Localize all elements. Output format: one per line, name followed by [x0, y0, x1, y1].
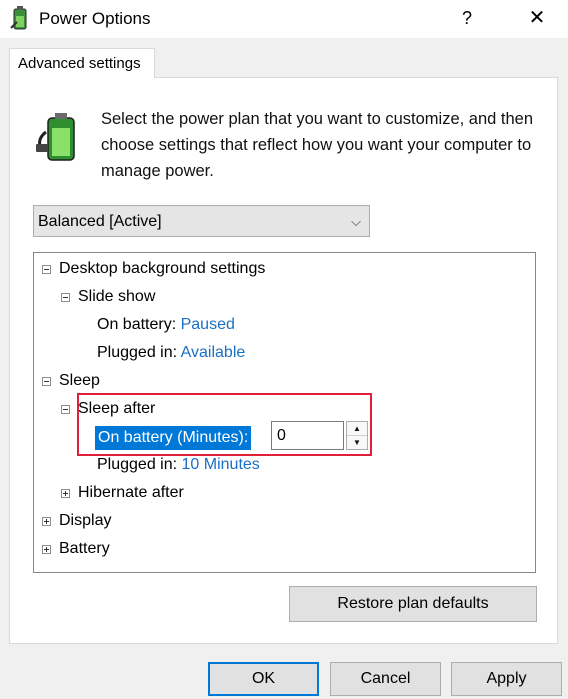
- tree-label: Plugged in:: [97, 456, 178, 473]
- collapse-icon[interactable]: [42, 377, 51, 386]
- tree-label: Hibernate after: [78, 484, 184, 501]
- tree-label: Sleep after: [78, 400, 156, 417]
- collapse-icon[interactable]: [42, 265, 51, 274]
- tree-item-slide-plugged-in[interactable]: Plugged in: Available: [97, 342, 245, 364]
- window-title: Power Options: [39, 9, 151, 28]
- minutes-spinner[interactable]: ▲ ▼: [346, 421, 368, 450]
- tree-label: On battery:: [97, 316, 177, 333]
- tree-label: Plugged in:: [97, 344, 178, 361]
- tree-item-sleep-after[interactable]: Sleep after: [61, 398, 156, 420]
- expand-icon[interactable]: [42, 545, 51, 554]
- tree-item-slide-on-battery[interactable]: On battery: Paused: [97, 314, 235, 336]
- tree-item-display[interactable]: Display: [42, 510, 112, 532]
- power-plan-value: Balanced [Active]: [38, 213, 162, 230]
- tree-item-battery[interactable]: Battery: [42, 538, 110, 560]
- setting-value[interactable]: 10 Minutes: [182, 456, 260, 473]
- tree-label: Display: [59, 512, 112, 529]
- setting-value[interactable]: Available: [181, 344, 246, 361]
- spin-up-icon[interactable]: ▲: [347, 422, 367, 436]
- apply-button[interactable]: Apply: [451, 662, 562, 696]
- tree-item-slide-show[interactable]: Slide show: [61, 286, 156, 308]
- chevron-down-icon: ⌵: [351, 214, 361, 229]
- tree-item-sleep[interactable]: Sleep: [42, 370, 100, 392]
- tree-label: Slide show: [78, 288, 156, 305]
- setting-value[interactable]: Paused: [181, 316, 235, 333]
- collapse-icon[interactable]: [61, 293, 70, 302]
- spin-down-icon[interactable]: ▼: [347, 436, 367, 449]
- sleep-on-battery-label[interactable]: On battery (Minutes):: [95, 426, 252, 450]
- battery-plug-icon: [36, 113, 75, 161]
- close-button[interactable]: ✕: [510, 0, 564, 38]
- tab-advanced-settings[interactable]: Advanced settings: [9, 48, 155, 78]
- power-plug-icon: [10, 6, 27, 30]
- settings-tree[interactable]: Desktop background settings Slide show O…: [33, 252, 536, 573]
- description-text: Select the power plan that you want to c…: [101, 110, 534, 180]
- tree-item-desktop-background[interactable]: Desktop background settings: [42, 258, 266, 280]
- tree-label: Battery: [59, 540, 110, 557]
- restore-plan-defaults-button[interactable]: Restore plan defaults: [289, 586, 537, 622]
- tree-label: Sleep: [59, 372, 100, 389]
- tree-label: Desktop background settings: [59, 260, 266, 277]
- title-bar: Power Options ? ✕: [0, 0, 568, 38]
- tree-item-sleep-plugged-in[interactable]: Plugged in: 10 Minutes: [97, 454, 260, 476]
- help-button[interactable]: ?: [444, 0, 490, 38]
- sleep-minutes-input[interactable]: [271, 421, 344, 450]
- cancel-button[interactable]: Cancel: [330, 662, 441, 696]
- tree-item-hibernate-after[interactable]: Hibernate after: [61, 482, 184, 504]
- collapse-icon[interactable]: [61, 405, 70, 414]
- expand-icon[interactable]: [61, 489, 70, 498]
- expand-icon[interactable]: [42, 517, 51, 526]
- ok-button[interactable]: OK: [208, 662, 319, 696]
- power-plan-dropdown[interactable]: Balanced [Active] ⌵: [33, 205, 370, 237]
